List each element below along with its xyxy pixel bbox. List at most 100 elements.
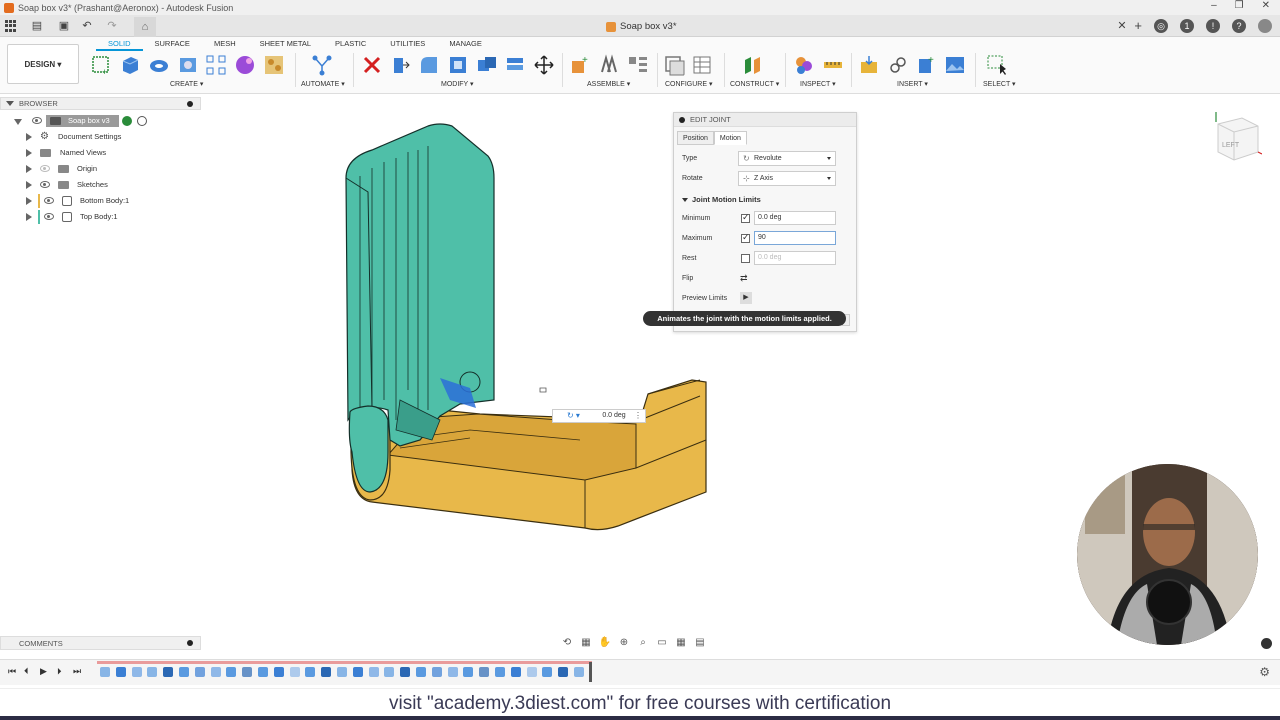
maximum-checkbox[interactable] [741, 232, 750, 243]
timeline-feature[interactable] [542, 667, 553, 677]
timeline-feature[interactable] [368, 667, 379, 677]
pin-icon[interactable] [187, 640, 193, 646]
gear-icon[interactable]: ⚙ [1259, 665, 1270, 679]
timeline-feature[interactable] [163, 667, 174, 677]
viewports-icon[interactable]: ▤ [693, 636, 707, 650]
comments-panel[interactable]: COMMENTS [0, 636, 201, 650]
as-built-joint-icon[interactable] [627, 54, 649, 76]
automate-icon[interactable] [311, 54, 333, 76]
delete-icon[interactable] [361, 54, 383, 76]
close-icon[interactable]: ✕ [1262, 0, 1270, 11]
fillet-icon[interactable] [418, 54, 440, 76]
save-icon[interactable]: ▣ [57, 19, 71, 33]
measure-icon[interactable] [822, 54, 844, 76]
browser-root[interactable]: Soap box v3 [0, 113, 201, 129]
configuration-table-icon[interactable] [691, 54, 713, 76]
browser-item-sketches[interactable]: Sketches [0, 177, 201, 193]
help-icon[interactable]: ? [1232, 18, 1246, 33]
new-tab-icon[interactable]: + [1134, 18, 1142, 33]
timeline-feature[interactable] [400, 667, 411, 677]
combine-icon[interactable] [476, 54, 498, 76]
minimum-checkbox[interactable] [741, 212, 750, 223]
timeline-feature[interactable] [289, 667, 300, 677]
timeline-feature[interactable] [100, 667, 110, 677]
visibility-eye-icon[interactable] [44, 197, 54, 204]
notifications-icon[interactable]: ! [1206, 18, 1220, 33]
pattern-icon[interactable] [205, 54, 227, 76]
avatar[interactable] [1258, 18, 1272, 33]
configure-icon[interactable] [663, 54, 685, 76]
configure-group-label[interactable]: CONFIGURE ▾ [665, 80, 712, 88]
angle-value[interactable]: 0.0 deg [591, 411, 637, 421]
visibility-eye-icon[interactable] [32, 117, 42, 124]
browser-item-origin[interactable]: Origin [0, 161, 201, 177]
inspect-group-label[interactable]: INSPECT ▾ [800, 80, 836, 88]
step-forward-icon[interactable]: ⏵ [57, 666, 62, 677]
expand-icon[interactable] [14, 119, 22, 125]
construct-group-label[interactable]: CONSTRUCT ▾ [730, 80, 779, 88]
chat-icon[interactable] [1261, 638, 1272, 649]
timeline-feature[interactable] [463, 667, 474, 677]
fit-icon[interactable]: ⌕ [636, 636, 650, 650]
go-to-end-icon[interactable]: ⏭ [73, 666, 81, 677]
expand-icon[interactable] [26, 213, 32, 221]
timeline-feature[interactable] [210, 667, 221, 677]
home-tab[interactable]: ⌂ [134, 17, 156, 37]
expand-icon[interactable] [26, 165, 32, 173]
angle-manipulator[interactable]: ↻ ▾ 0.0 deg ⋮ [552, 409, 646, 423]
tab-plastic[interactable]: PLASTIC [323, 39, 378, 51]
timeline-feature[interactable] [321, 667, 332, 677]
expand-icon[interactable] [26, 181, 32, 189]
offset-faces-icon[interactable] [504, 54, 526, 76]
timeline-feature[interactable] [431, 667, 442, 677]
visibility-eye-icon[interactable] [40, 181, 50, 188]
visibility-eye-icon[interactable] [40, 165, 50, 172]
decal-icon[interactable] [263, 54, 285, 76]
form-icon[interactable] [234, 54, 256, 76]
view-cube[interactable]: LEFT [1212, 112, 1262, 164]
assemble-group-label[interactable]: ASSEMBLE ▾ [587, 80, 630, 88]
dialog-header[interactable]: EDIT JOINT [674, 113, 856, 127]
timeline-feature[interactable] [115, 667, 126, 677]
collapse-icon[interactable] [679, 117, 685, 123]
expand-icon[interactable] [26, 197, 32, 205]
collapse-icon[interactable] [6, 101, 14, 106]
expand-icon[interactable] [26, 149, 32, 157]
revolve-icon[interactable] [148, 54, 170, 76]
pin-icon[interactable] [187, 101, 193, 107]
pan-icon[interactable]: ✋ [598, 636, 612, 650]
tab-manage[interactable]: MANAGE [437, 39, 494, 51]
timeline-feature[interactable] [273, 667, 284, 677]
shell-icon[interactable] [447, 54, 469, 76]
type-select[interactable]: ↻ Revolute [738, 151, 836, 166]
tab-motion[interactable]: Motion [713, 131, 747, 145]
extrude-icon[interactable] [119, 54, 141, 76]
automate-group-label[interactable]: AUTOMATE ▾ [301, 80, 345, 88]
tab-utilities[interactable]: UTILITIES [378, 39, 437, 51]
timeline-feature[interactable] [305, 667, 316, 677]
maximum-input[interactable]: 90 [754, 231, 836, 245]
more-options-icon[interactable]: ⋮ [634, 411, 642, 421]
job-status-icon[interactable]: 1 [1180, 18, 1194, 33]
browser-header[interactable]: BROWSER [0, 97, 201, 110]
timeline-feature[interactable] [226, 667, 237, 677]
document-tab[interactable]: Soap box v3* [606, 18, 677, 35]
timeline-feature[interactable] [416, 667, 426, 677]
rest-input[interactable]: 0.0 deg [754, 251, 836, 265]
display-settings-icon[interactable]: ▭ [655, 636, 669, 650]
new-component-icon[interactable]: + [569, 54, 591, 76]
insert-link-icon[interactable] [887, 54, 909, 76]
timeline-feature[interactable] [526, 667, 537, 677]
press-pull-icon[interactable] [389, 54, 411, 76]
tab-position[interactable]: Position [677, 131, 714, 145]
joint-icon[interactable] [598, 54, 620, 76]
tab-sheet-metal[interactable]: SHEET METAL [248, 39, 323, 51]
rest-checkbox[interactable] [741, 254, 750, 263]
hole-icon[interactable] [177, 54, 199, 76]
workspace-switcher[interactable]: DESIGN ▾ [7, 44, 79, 84]
move-icon[interactable] [533, 54, 555, 76]
joint-motion-limits-section[interactable]: Joint Motion Limits [682, 195, 761, 204]
rotate-axis-select[interactable]: ⊹ Z Axis [738, 171, 836, 186]
close-tab-icon[interactable]: ✕ [1115, 19, 1129, 33]
step-back-icon[interactable]: ⏴ [24, 666, 29, 677]
